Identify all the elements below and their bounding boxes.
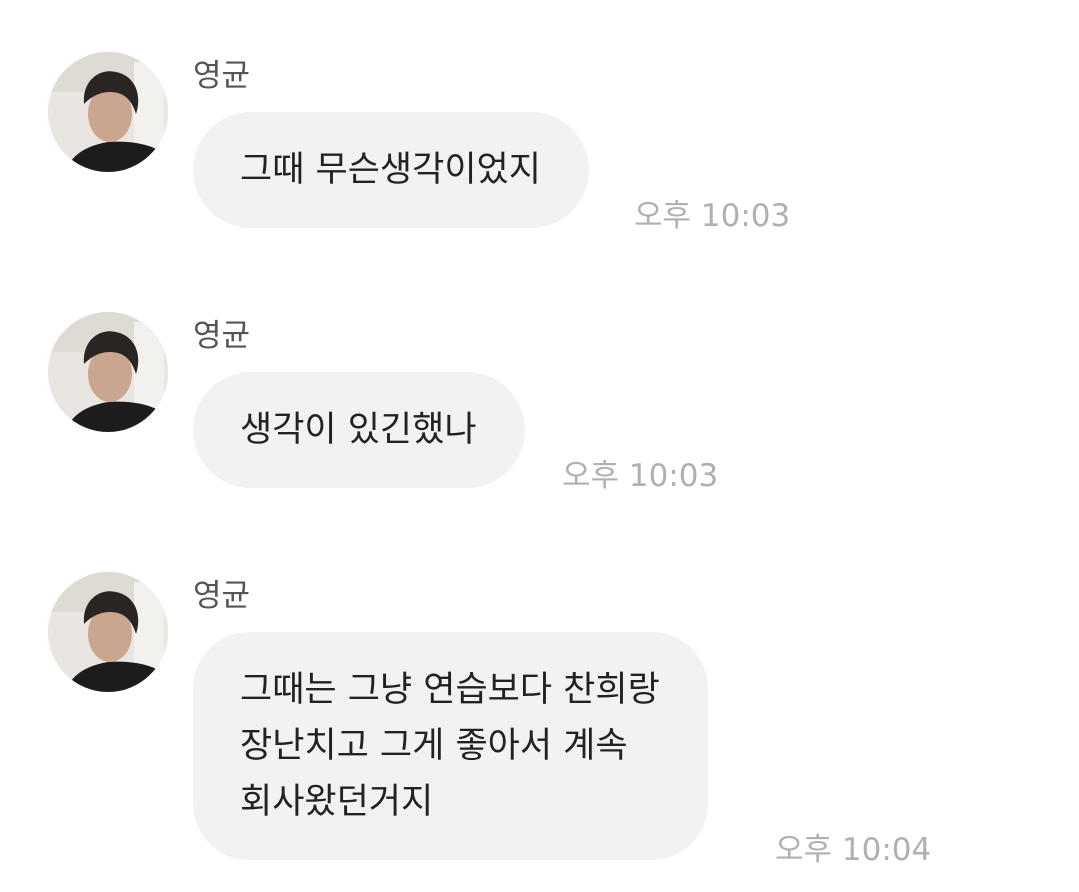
avatar[interactable]	[48, 572, 168, 692]
message-text: 생각이 있긴했나	[240, 410, 477, 450]
message-text-line: 회사왔던거지	[240, 782, 434, 822]
message-row: 영균 생각이 있긴했나 오후 10:03	[0, 312, 1079, 500]
message-time: 오후 10:04	[775, 832, 932, 868]
avatar-photo	[48, 312, 168, 432]
avatar[interactable]	[48, 52, 168, 172]
message-text-line: 장난치고 그게 좋아서 계속	[240, 726, 628, 766]
sender-name: 영균	[193, 318, 251, 354]
message-bubble[interactable]: 생각이 있긴했나	[193, 372, 525, 488]
message-time: 오후 10:03	[562, 458, 719, 494]
message-bubble[interactable]: 그때 무슨생각이었지	[193, 112, 589, 228]
sender-name: 영균	[193, 58, 251, 94]
message-text-line: 그때는 그냥 연습보다 찬희랑	[240, 670, 660, 710]
sender-name: 영균	[193, 578, 251, 614]
message-bubble[interactable]: 그때는 그냥 연습보다 찬희랑 장난치고 그게 좋아서 계속 회사왔던거지	[193, 632, 708, 860]
message-time: 오후 10:03	[634, 198, 791, 234]
message-text: 그때 무슨생각이었지	[240, 150, 541, 190]
message-row: 영균 그때는 그냥 연습보다 찬희랑 장난치고 그게 좋아서 계속 회사왔던거지…	[0, 572, 1079, 892]
avatar-photo	[48, 572, 168, 692]
avatar[interactable]	[48, 312, 168, 432]
avatar-photo	[48, 52, 168, 172]
message-row: 영균 그때 무슨생각이었지 오후 10:03	[0, 52, 1079, 240]
